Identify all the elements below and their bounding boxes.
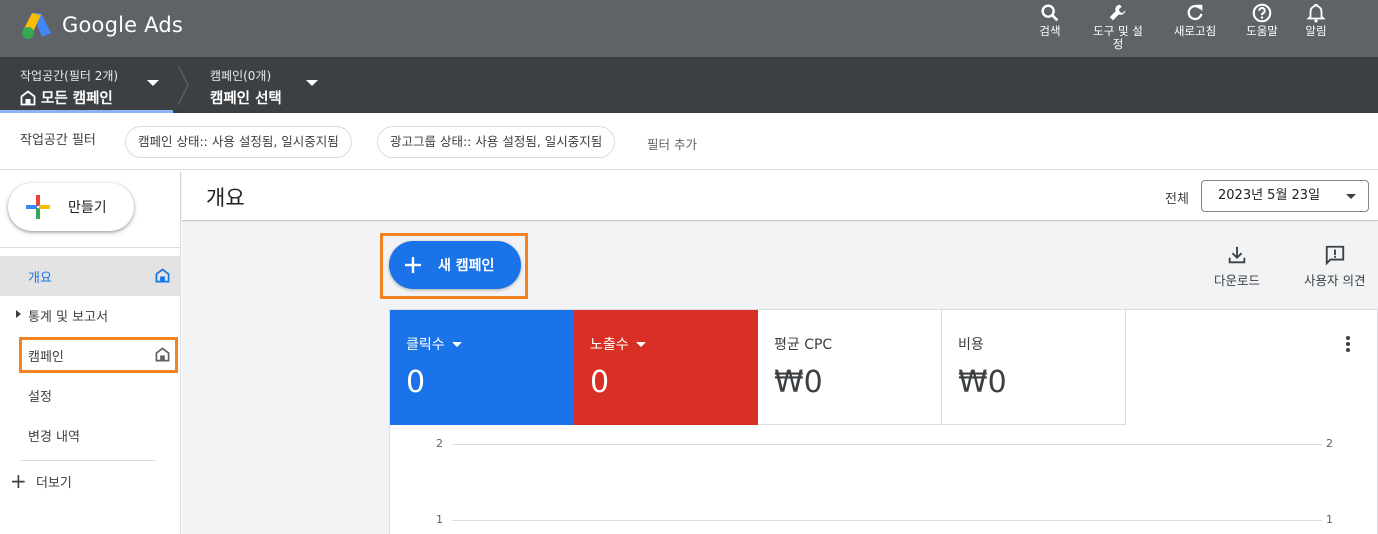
- search-icon: [1041, 4, 1059, 22]
- feedback-icon: [1325, 245, 1344, 266]
- app-name: Google Ads: [62, 13, 183, 37]
- y-axis-right-tick: 1: [1326, 513, 1333, 526]
- workspace-filter-count: 작업공간(필터 2개): [20, 69, 119, 83]
- campaign-status-filter-chip[interactable]: 캠페인 상태:: 사용 설정됨, 일시중지됨: [125, 126, 352, 158]
- create-button[interactable]: 만들기: [8, 183, 134, 231]
- tools-settings-label: 도구 및 설정: [1093, 24, 1143, 51]
- breadcrumb-chevron-icon: [177, 65, 189, 105]
- adgroup-status-filter-chip[interactable]: 광고그룹 상태:: 사용 설정됨, 일시중지됨: [377, 126, 616, 158]
- nav-item-overview-label: 개요: [28, 271, 52, 286]
- metric-clicks[interactable]: 클릭수 0: [390, 310, 574, 425]
- nav-item-settings[interactable]: 설정: [0, 375, 180, 415]
- help-icon: [1252, 3, 1272, 23]
- refresh-button[interactable]: 새로고침: [1165, 2, 1225, 38]
- metric-clicks-label: 클릭수: [406, 337, 445, 353]
- metric-impressions-value: 0: [590, 365, 610, 400]
- new-campaign-label: 새 캠페인: [438, 258, 495, 274]
- workspace-name: 모든 캠페인: [20, 87, 118, 108]
- nav-divider: [0, 247, 180, 248]
- nav-more-label: 더보기: [36, 475, 72, 491]
- google-ads-logo-icon: [22, 13, 51, 39]
- refresh-label: 새로고침: [1173, 24, 1217, 38]
- home-icon: [155, 268, 170, 283]
- main-header: 개요 전체 2023년 5월 23일: [182, 171, 1378, 221]
- feedback-label: 사용자 의견: [1304, 273, 1366, 288]
- y-axis-left-tick: 2: [436, 437, 443, 450]
- home-icon: [20, 89, 36, 105]
- date-scope-label: 전체: [1165, 192, 1189, 207]
- dropdown-arrow-icon: [1346, 194, 1356, 199]
- date-range-value: 2023년 5월 23일: [1218, 188, 1321, 203]
- more-options-icon[interactable]: [1345, 336, 1351, 356]
- search-label: 검색: [1039, 24, 1061, 38]
- metric-clicks-name: 클릭수: [406, 334, 462, 354]
- workspace-bar: 작업공간(필터 2개) 모든 캠페인 캠페인(0개) 캠페인 선택: [0, 57, 1378, 113]
- metric-clicks-value: 0: [406, 365, 426, 400]
- help-button[interactable]: 도움말: [1232, 2, 1292, 38]
- nav-item-change-history[interactable]: 변경 내역: [0, 415, 180, 455]
- date-range-select[interactable]: 2023년 5월 23일: [1201, 180, 1369, 212]
- workspace-filter-label: 작업공간 필터: [20, 133, 96, 148]
- expand-caret-icon: [16, 310, 21, 318]
- metric-impressions-name: 노출수: [590, 334, 646, 354]
- download-icon: [1228, 246, 1246, 264]
- campaign-selector[interactable]: 캠페인(0개) 캠페인 선택: [210, 67, 282, 108]
- campaign-nav-highlight: [19, 337, 178, 373]
- campaign-count: 캠페인(0개): [210, 69, 272, 83]
- filter-bar: 작업공간 필터 캠페인 상태:: 사용 설정됨, 일시중지됨 광고그룹 상태::…: [0, 113, 1378, 170]
- search-button[interactable]: 검색: [1020, 2, 1080, 38]
- y-axis-left-tick: 1: [436, 513, 443, 526]
- nav-item-settings-label: 설정: [28, 390, 52, 405]
- nav-item-stats-reports-label: 통계 및 보고서: [28, 310, 109, 325]
- plus-icon: +: [10, 469, 27, 493]
- google-ads-logo[interactable]: Google Ads: [20, 10, 183, 40]
- nav-more-button[interactable]: + 더보기: [10, 471, 72, 491]
- new-campaign-button[interactable]: 새 캠페인: [389, 241, 521, 289]
- metric-avg-cpc[interactable]: 평균 CPC ₩0: [758, 310, 942, 425]
- nav-divider: [20, 460, 156, 461]
- dropdown-arrow-icon: [451, 341, 462, 347]
- chart-gridline: [452, 444, 1322, 445]
- tools-settings-button[interactable]: 도구 및 설정: [1088, 2, 1148, 51]
- download-label: 다운로드: [1214, 273, 1261, 288]
- metric-cost-label: 비용: [958, 337, 984, 353]
- help-label: 도움말: [1246, 24, 1278, 38]
- download-button[interactable]: 다운로드: [1214, 244, 1260, 289]
- metric-impressions-label: 노출수: [590, 337, 629, 353]
- metric-cost[interactable]: 비용 ₩0: [942, 310, 1126, 425]
- page-title: 개요: [206, 186, 245, 210]
- notifications-label: 알림: [1305, 24, 1327, 38]
- nav-item-stats-reports[interactable]: 통계 및 보고서: [0, 295, 180, 335]
- feedback-button[interactable]: 사용자 의견: [1304, 244, 1365, 289]
- performance-card: 클릭수 0 노출수 0 평균 CPC ₩0 비용 ₩0 2 1 2 1: [389, 309, 1378, 534]
- bell-icon: [1306, 3, 1326, 23]
- wrench-icon: [1109, 4, 1126, 21]
- metric-avg-cpc-label: 평균 CPC: [774, 337, 833, 353]
- metric-cost-value: ₩0: [958, 365, 1007, 400]
- workspace-selector[interactable]: 작업공간(필터 2개) 모든 캠페인: [20, 67, 118, 108]
- plus-icon: [405, 257, 421, 273]
- workspace-dropdown-icon[interactable]: [147, 80, 159, 86]
- nav-item-overview[interactable]: 개요: [0, 256, 180, 296]
- chart-gridline: [452, 520, 1322, 521]
- campaign-select-label: 캠페인 선택: [210, 91, 282, 107]
- y-axis-right-tick: 2: [1326, 437, 1333, 450]
- add-filter-link[interactable]: 필터 추가: [647, 134, 697, 153]
- dropdown-arrow-icon: [635, 341, 646, 347]
- campaign-dropdown-icon[interactable]: [306, 80, 318, 86]
- create-label: 만들기: [68, 200, 107, 216]
- workspace-main-label: 모든 캠페인: [41, 91, 113, 107]
- metric-impressions[interactable]: 노출수 0: [574, 310, 758, 425]
- notifications-button[interactable]: 알림: [1286, 2, 1346, 38]
- metric-avg-cpc-value: ₩0: [774, 365, 823, 400]
- nav-item-change-history-label: 변경 내역: [28, 430, 80, 445]
- top-bar: Google Ads 검색 도구 및 설정 새로고침 도움말 알림: [0, 0, 1378, 57]
- plus-icon: [26, 195, 50, 219]
- refresh-icon: [1187, 4, 1203, 21]
